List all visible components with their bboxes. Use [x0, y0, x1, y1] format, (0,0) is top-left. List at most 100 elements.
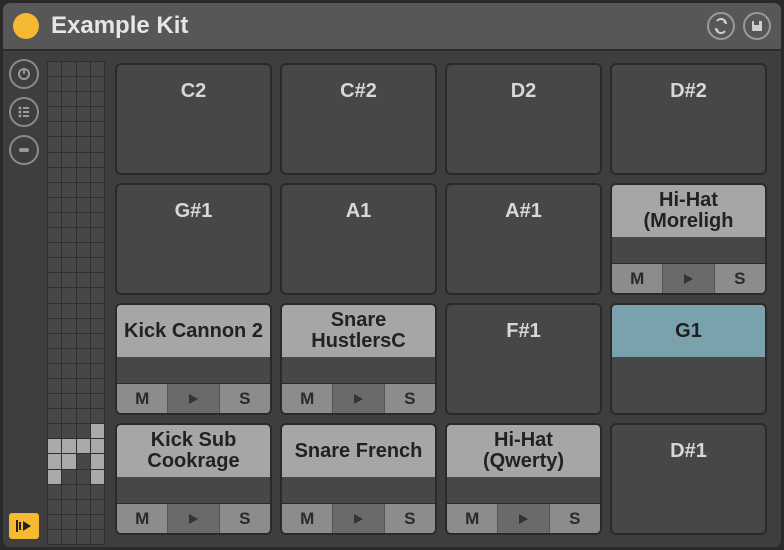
overview-cell[interactable] — [48, 197, 62, 212]
overview-cell[interactable] — [48, 363, 62, 378]
overview-cell[interactable] — [76, 182, 90, 197]
pad-body[interactable] — [117, 357, 270, 383]
overview-cell[interactable] — [48, 409, 62, 424]
overview-cell[interactable] — [90, 62, 104, 77]
overview-cell[interactable] — [90, 212, 104, 227]
pad-body[interactable] — [612, 237, 765, 263]
overview-cell[interactable] — [62, 182, 76, 197]
overview-cell[interactable] — [62, 273, 76, 288]
overview-cell[interactable] — [62, 499, 76, 514]
overview-cell[interactable] — [62, 137, 76, 152]
preview-button[interactable] — [168, 384, 219, 413]
drum-pad[interactable]: A1MS — [280, 183, 437, 295]
overview-cell[interactable] — [76, 77, 90, 92]
overview-cell[interactable] — [76, 152, 90, 167]
drum-pad[interactable]: Hi-Hat (MorelighMS — [610, 183, 767, 295]
overview-cell[interactable] — [48, 152, 62, 167]
overview-cell[interactable] — [62, 378, 76, 393]
overview-cell[interactable] — [90, 363, 104, 378]
device-activator[interactable] — [13, 13, 39, 39]
overview-cell[interactable] — [76, 439, 90, 454]
overview-cell[interactable] — [76, 529, 90, 544]
overview-cell[interactable] — [62, 439, 76, 454]
pad-body[interactable] — [117, 477, 270, 503]
overview-cell[interactable] — [62, 243, 76, 258]
drum-pad[interactable]: D2MS — [445, 63, 602, 175]
overview-cell[interactable] — [90, 228, 104, 243]
overview-cell[interactable] — [48, 62, 62, 77]
overview-cell[interactable] — [62, 303, 76, 318]
overview-cell[interactable] — [62, 469, 76, 484]
drum-pad[interactable]: C2MS — [115, 63, 272, 175]
overview-cell[interactable] — [62, 318, 76, 333]
overview-cell[interactable] — [90, 348, 104, 363]
overview-cell[interactable] — [62, 197, 76, 212]
show-macros-button[interactable] — [9, 59, 39, 89]
drum-pad[interactable]: Hi-Hat (Qwerty)MS — [445, 423, 602, 535]
overview-cell[interactable] — [76, 484, 90, 499]
overview-cell[interactable] — [48, 92, 62, 107]
overview-cell[interactable] — [76, 228, 90, 243]
overview-cell[interactable] — [62, 62, 76, 77]
mute-button[interactable]: M — [447, 504, 498, 533]
solo-button[interactable]: S — [715, 264, 765, 293]
preview-button[interactable] — [168, 504, 219, 533]
pad-body[interactable] — [117, 237, 270, 293]
overview-cell[interactable] — [48, 212, 62, 227]
overview-cell[interactable] — [76, 318, 90, 333]
pad-body[interactable] — [612, 357, 765, 413]
overview-cell[interactable] — [76, 122, 90, 137]
overview-cell[interactable] — [90, 318, 104, 333]
overview-cell[interactable] — [76, 454, 90, 469]
overview-cell[interactable] — [90, 92, 104, 107]
preview-button[interactable] — [498, 504, 549, 533]
drum-pad[interactable]: Kick Cannon 2MS — [115, 303, 272, 415]
overview-cell[interactable] — [76, 394, 90, 409]
show-chain-list-button[interactable] — [9, 97, 39, 127]
overview-cell[interactable] — [76, 243, 90, 258]
overview-cell[interactable] — [62, 424, 76, 439]
overview-cell[interactable] — [76, 212, 90, 227]
solo-button[interactable]: S — [385, 504, 435, 533]
overview-cell[interactable] — [62, 348, 76, 363]
drum-pad[interactable]: G#1MS — [115, 183, 272, 295]
drum-pad[interactable]: D#1MS — [610, 423, 767, 535]
pad-body[interactable] — [612, 117, 765, 173]
device-title[interactable]: Example Kit — [51, 12, 707, 40]
overview-cell[interactable] — [76, 137, 90, 152]
drum-pad[interactable]: F#1MS — [445, 303, 602, 415]
pad-body[interactable] — [447, 237, 600, 293]
overview-cell[interactable] — [62, 288, 76, 303]
pad-body[interactable] — [282, 357, 435, 383]
overview-cell[interactable] — [62, 484, 76, 499]
overview-cell[interactable] — [48, 77, 62, 92]
overview-cell[interactable] — [48, 469, 62, 484]
solo-button[interactable]: S — [385, 384, 435, 413]
pad-body[interactable] — [612, 477, 765, 533]
overview-cell[interactable] — [76, 469, 90, 484]
mute-button[interactable]: M — [282, 384, 333, 413]
overview-cell[interactable] — [48, 318, 62, 333]
pad-overview[interactable] — [45, 51, 107, 547]
overview-cell[interactable] — [62, 363, 76, 378]
overview-cell[interactable] — [48, 182, 62, 197]
overview-cell[interactable] — [90, 77, 104, 92]
drum-pad[interactable]: Snare FrenchMS — [280, 423, 437, 535]
overview-cell[interactable] — [48, 258, 62, 273]
overview-cell[interactable] — [48, 273, 62, 288]
pad-body[interactable] — [282, 237, 435, 293]
solo-button[interactable]: S — [220, 504, 270, 533]
overview-cell[interactable] — [62, 333, 76, 348]
overview-cell[interactable] — [76, 92, 90, 107]
drum-pad[interactable]: Kick Sub CookrageMS — [115, 423, 272, 535]
overview-cell[interactable] — [76, 409, 90, 424]
overview-cell[interactable] — [48, 288, 62, 303]
mute-button[interactable]: M — [612, 264, 663, 293]
overview-cell[interactable] — [62, 107, 76, 122]
preview-button[interactable] — [663, 264, 714, 293]
overview-cell[interactable] — [48, 378, 62, 393]
overview-cell[interactable] — [48, 484, 62, 499]
overview-cell[interactable] — [90, 529, 104, 544]
overview-cell[interactable] — [48, 529, 62, 544]
pad-body[interactable] — [447, 117, 600, 173]
